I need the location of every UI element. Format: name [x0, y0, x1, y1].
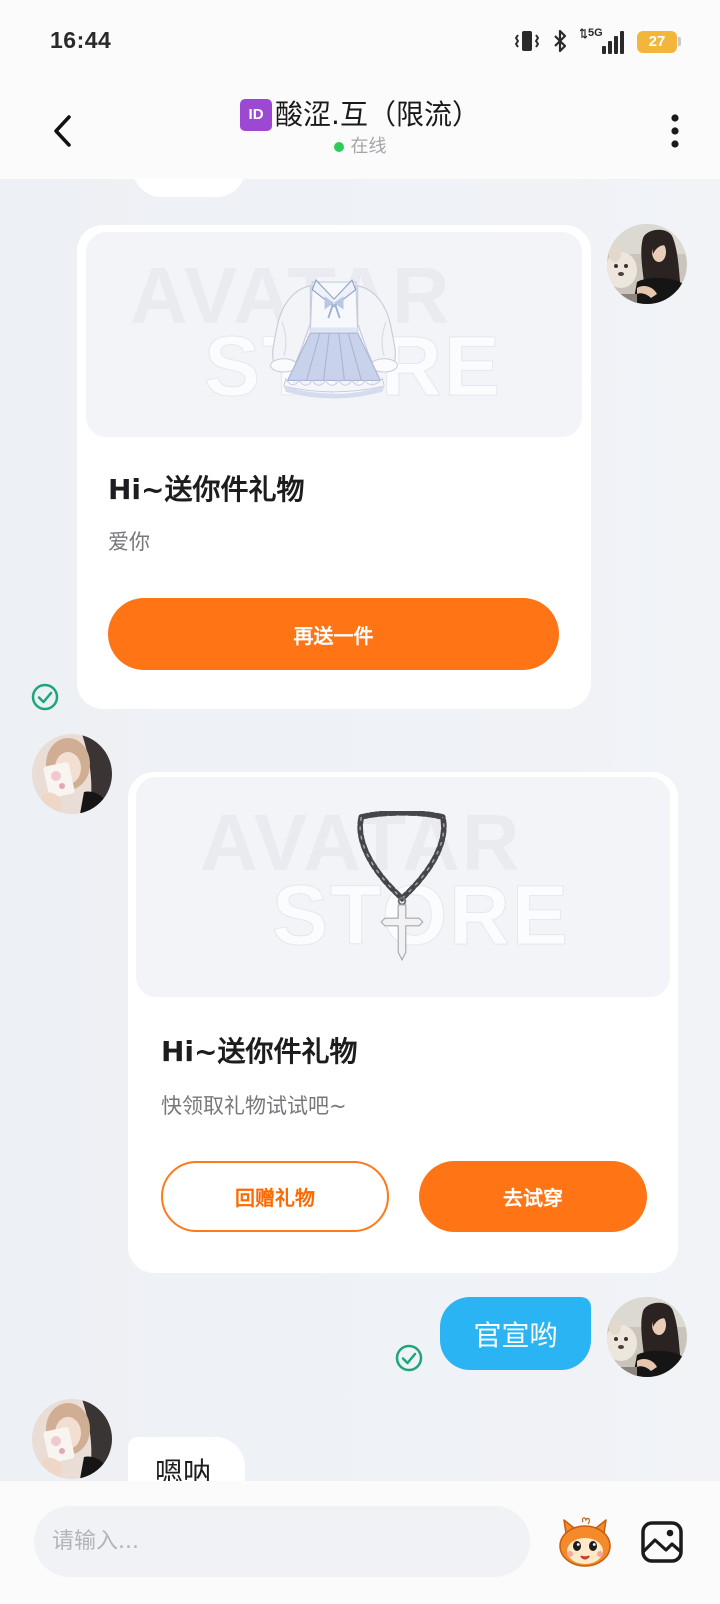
mascot-sticker-icon [559, 1517, 611, 1567]
check-circle-icon [31, 683, 59, 711]
gift-card[interactable]: AVATAR STORE Hi~送你件礼物 快领取礼物试试吧~ 回赠礼物 去试穿 [128, 772, 678, 1273]
gift-card-title: Hi~送你件礼物 [108, 473, 305, 506]
online-dot-icon [333, 142, 344, 152]
bluetooth-icon [552, 28, 568, 54]
sticker-button[interactable] [555, 1512, 615, 1572]
signal-bar [614, 36, 618, 54]
battery-icon: 27 [637, 31, 677, 53]
composer-bar [0, 1481, 720, 1604]
gift-preview[interactable]: AVATAR STORE [86, 232, 582, 437]
presence-label: 在线 [350, 136, 387, 157]
network-type: 5G [588, 27, 603, 39]
contact-avatar[interactable] [32, 1399, 112, 1479]
check-circle-icon [395, 1344, 423, 1372]
avatar-photo [32, 1399, 112, 1479]
previous-message-bubble[interactable] [133, 179, 245, 197]
presence-status: 在线 [0, 135, 720, 159]
contact-avatar[interactable] [32, 734, 112, 814]
avatar-photo [607, 224, 687, 304]
my-avatar[interactable] [607, 224, 687, 304]
more-button[interactable] [660, 110, 690, 152]
gift-card-message: 快领取礼物试试吧~ [161, 1094, 347, 1118]
vibrate-icon [514, 29, 540, 53]
signal-bar [608, 41, 612, 54]
contact-name: 酸涩.互（限流） [275, 98, 480, 131]
message-bubble[interactable]: 嗯呐 [128, 1437, 245, 1481]
message-bubble[interactable]: 官宣哟 [440, 1297, 591, 1370]
signal-bar [602, 46, 606, 54]
gift-card-message: 爱你 [108, 530, 150, 554]
image-button[interactable] [640, 1520, 684, 1564]
cross-necklace-gift-image [357, 811, 447, 962]
battery-cap [678, 37, 681, 46]
my-avatar[interactable] [607, 1297, 687, 1377]
more-vertical-icon [671, 114, 679, 148]
signal-bar [620, 31, 624, 54]
id-badge-icon: ID [240, 99, 273, 131]
return-gift-button[interactable]: 回赠礼物 [161, 1161, 389, 1232]
try-on-button[interactable]: 去试穿 [419, 1161, 647, 1232]
image-icon [641, 1521, 683, 1563]
data-arrows-icon [580, 28, 587, 39]
avatar-photo [32, 734, 112, 814]
avatar-photo [607, 1297, 687, 1377]
signal-icon: 5G [580, 27, 626, 55]
chat-title: ID 酸涩.互（限流） [0, 97, 720, 133]
gift-card[interactable]: AVATAR STORE Hi~送你件礼物 爱 [77, 225, 591, 709]
message-list[interactable]: AVATAR STORE Hi~送你件礼物 爱 [0, 179, 720, 1481]
gift-preview[interactable]: AVATAR STORE [136, 777, 670, 997]
status-time: 16:44 [50, 27, 112, 53]
message-input[interactable] [34, 1506, 530, 1577]
dress-gift-image [270, 279, 398, 399]
send-another-button[interactable]: 再送一件 [108, 598, 559, 670]
gift-card-title: Hi~送你件礼物 [161, 1035, 358, 1068]
top-bar: 16:44 5G 27 ID 酸涩.互（限流） 在线 [0, 0, 720, 179]
